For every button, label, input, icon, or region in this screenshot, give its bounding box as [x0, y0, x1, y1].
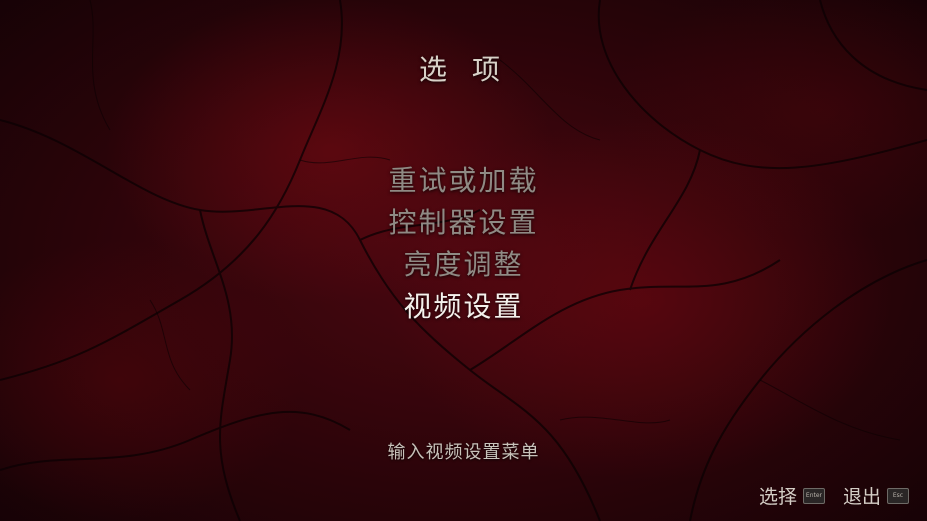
esc-key-icon[interactable]: Esc — [887, 487, 909, 504]
menu-item-brightness[interactable]: 亮度调整 — [0, 244, 927, 286]
select-prompt-label: 选择 — [758, 486, 797, 508]
menu-item-video-settings[interactable]: 视频设置 — [0, 286, 927, 328]
options-title: 选 项 — [419, 53, 508, 86]
button-prompts: 选择 Enter 退出 Esc — [759, 482, 909, 509]
options-menu: 重试或加载 控制器设置 亮度调整 视频设置 — [0, 160, 927, 328]
game-options-screen: 选 项 重试或加载 控制器设置 亮度调整 视频设置 输入视频设置菜单 选择 En… — [0, 0, 927, 521]
enter-key-icon[interactable]: Enter — [802, 487, 825, 504]
menu-item-description: 输入视频设置菜单 — [387, 442, 540, 463]
menu-item-retry-or-load[interactable]: 重试或加载 — [0, 160, 927, 202]
exit-prompt-label: 退出 — [842, 486, 881, 508]
menu-item-controller-settings[interactable]: 控制器设置 — [0, 202, 927, 244]
